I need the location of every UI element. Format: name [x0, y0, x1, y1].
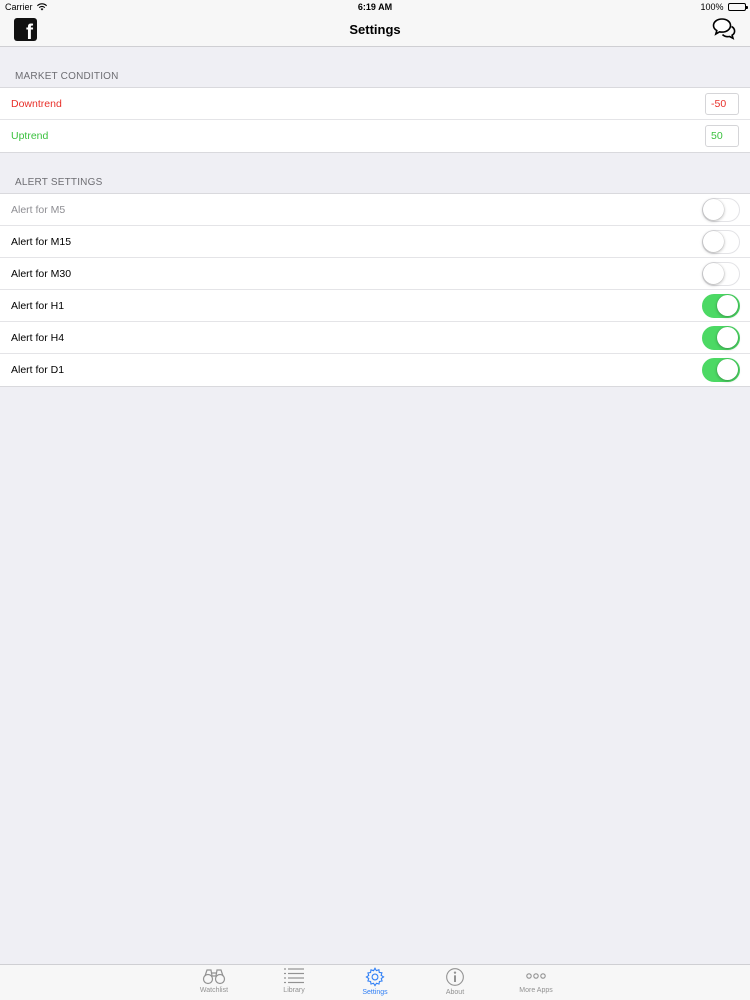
downtrend-row: Downtrend -50 [0, 88, 750, 120]
alert-toggle-h1[interactable] [702, 294, 740, 318]
alert-row-d1: Alert for D1 [0, 354, 750, 386]
list-icon [284, 968, 304, 984]
tab-more-apps[interactable]: More Apps [506, 967, 566, 994]
alert-label-h1: Alert for H1 [11, 300, 65, 312]
alert-row-m30: Alert for M30 [0, 258, 750, 290]
alert-toggle-m30[interactable] [702, 262, 740, 286]
uptrend-input[interactable]: 50 [705, 125, 739, 147]
tab-label-settings: Settings [362, 989, 388, 996]
chat-bubbles-icon[interactable] [712, 17, 736, 41]
market-condition-group: Downtrend -50 Uptrend 50 [0, 87, 750, 153]
alert-toggle-m15[interactable] [702, 230, 740, 254]
tab-bar: Watchlist Library Settings About More Ap… [0, 964, 750, 1000]
alert-row-m15: Alert for M15 [0, 226, 750, 258]
tab-label-watchlist: Watchlist [199, 987, 229, 994]
battery-indicator: 100% [700, 0, 748, 14]
uptrend-row: Uptrend 50 [0, 120, 750, 152]
status-bar: Carrier 6:19 AM 100% [0, 0, 750, 14]
tab-label-more-apps: More Apps [519, 987, 553, 994]
market-condition-header: MARKET CONDITION [15, 71, 119, 82]
more-dots-icon [526, 973, 546, 979]
alert-label-m15: Alert for M15 [11, 236, 72, 248]
page-title: Settings [349, 22, 401, 37]
alert-row-h1: Alert for H1 [0, 290, 750, 322]
alert-label-d1: Alert for D1 [11, 364, 65, 376]
tab-label-about: About [445, 989, 465, 996]
alert-label-h4: Alert for H4 [11, 332, 65, 344]
alert-label-m5: Alert for M5 [11, 204, 66, 216]
battery-icon [728, 3, 748, 11]
tab-watchlist[interactable]: Watchlist [184, 967, 244, 994]
alert-toggle-d1[interactable] [702, 358, 740, 382]
battery-percent: 100% [700, 2, 724, 12]
alert-toggle-m5[interactable] [702, 198, 740, 222]
navigation-bar: f Settings [0, 14, 750, 47]
alert-row-m5: Alert for M5 [0, 194, 750, 226]
clock: 6:19 AM [357, 2, 393, 12]
alert-settings-header: ALERT SETTINGS [15, 177, 103, 188]
info-icon [446, 968, 464, 986]
downtrend-label: Downtrend [11, 98, 62, 110]
alert-toggle-h4[interactable] [702, 326, 740, 350]
tab-label-library: Library [283, 987, 305, 994]
binoculars-icon [202, 969, 226, 985]
alert-settings-group: Alert for M5 Alert for M15 Alert for M30… [0, 193, 750, 387]
tab-library[interactable]: Library [264, 967, 324, 994]
alert-label-m30: Alert for M30 [11, 268, 72, 280]
tab-about[interactable]: About [425, 967, 485, 996]
alert-row-h4: Alert for H4 [0, 322, 750, 354]
downtrend-input[interactable]: -50 [705, 93, 739, 115]
gear-icon [365, 967, 385, 987]
uptrend-label: Uptrend [11, 130, 49, 142]
tab-settings[interactable]: Settings [345, 967, 405, 996]
